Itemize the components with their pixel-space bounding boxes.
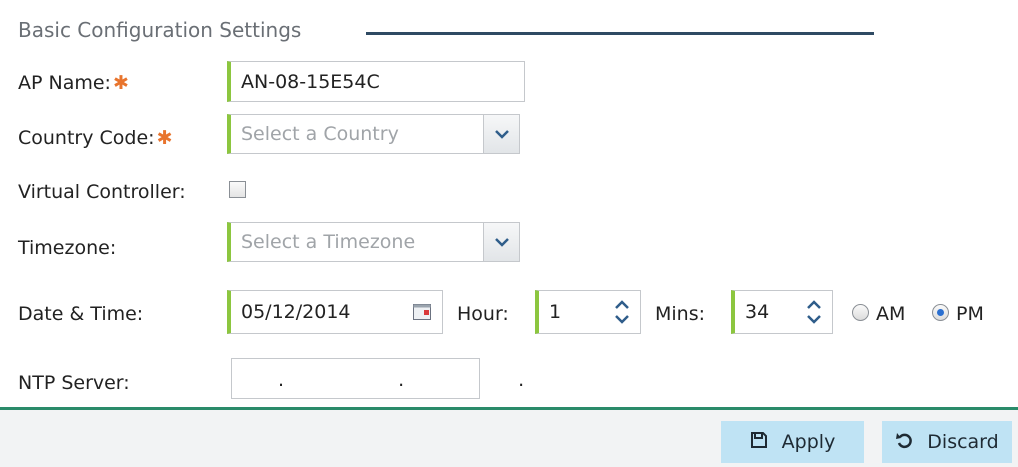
chevron-down-icon[interactable]: [483, 223, 519, 261]
ap-name-label: AP Name: ✱: [18, 72, 129, 94]
undo-icon: [895, 431, 913, 454]
pm-label: PM: [956, 303, 984, 325]
date-input[interactable]: 05/12/2014: [227, 290, 443, 334]
calendar-icon[interactable]: [413, 303, 431, 320]
mins-up-icon[interactable]: [804, 298, 824, 312]
mins-value: 34: [745, 301, 770, 323]
timezone-select[interactable]: Select a Timezone: [227, 222, 520, 262]
footer-bar: [0, 410, 1018, 467]
hour-up-icon[interactable]: [612, 298, 632, 312]
mins-down-icon[interactable]: [804, 312, 824, 326]
mins-input[interactable]: 34: [731, 290, 795, 334]
discard-button[interactable]: Discard: [882, 421, 1012, 463]
mins-spinner[interactable]: [795, 290, 833, 334]
hour-spinner[interactable]: [603, 290, 641, 334]
ntp-server-label: NTP Server:: [18, 372, 130, 394]
date-time-label: Date & Time:: [18, 303, 144, 325]
required-icon: ✱: [112, 72, 129, 94]
apply-label: Apply: [781, 431, 836, 453]
required-icon: ✱: [156, 127, 173, 149]
date-value: 05/12/2014: [241, 301, 351, 323]
country-code-label-text: Country Code:: [18, 127, 155, 149]
timezone-label: Timezone:: [18, 237, 117, 259]
ap-name-label-text: AP Name:: [18, 72, 111, 94]
timezone-placeholder: Select a Timezone: [241, 231, 416, 253]
apply-button[interactable]: Apply: [721, 421, 864, 463]
discard-label: Discard: [927, 431, 999, 453]
hour-input[interactable]: 1: [535, 290, 603, 334]
am-radio[interactable]: [852, 304, 869, 321]
virtual-controller-checkbox[interactable]: [229, 181, 246, 198]
hour-down-icon[interactable]: [612, 312, 632, 326]
country-code-label: Country Code: ✱: [18, 127, 172, 149]
mins-label: Mins:: [655, 303, 706, 325]
ntp-server-value: . . .: [278, 369, 579, 391]
am-label: AM: [876, 303, 906, 325]
hour-label: Hour:: [457, 303, 509, 325]
ntp-server-input[interactable]: . . .: [231, 358, 524, 399]
section-divider: [366, 32, 874, 35]
country-select[interactable]: Select a Country: [227, 114, 520, 154]
country-placeholder: Select a Country: [241, 123, 399, 145]
section-title: Basic Configuration Settings: [18, 18, 302, 42]
virtual-controller-label: Virtual Controller:: [18, 181, 186, 203]
ap-name-value: AN-08-15E54C: [241, 70, 380, 93]
radio-selected-dot: [937, 309, 944, 316]
ap-name-input[interactable]: AN-08-15E54C: [227, 61, 525, 102]
chevron-down-icon[interactable]: [483, 115, 519, 153]
hour-value: 1: [549, 301, 562, 323]
pm-radio[interactable]: [932, 304, 949, 321]
save-icon: [750, 431, 768, 454]
